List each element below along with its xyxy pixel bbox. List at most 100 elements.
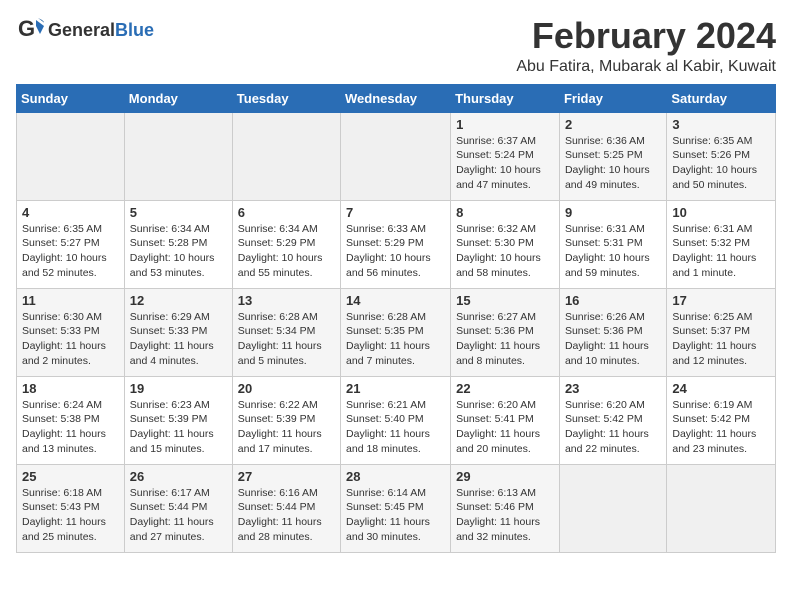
calendar-cell: 13 Sunrise: 6:28 AMSunset: 5:34 PMDayligh… [232, 288, 340, 376]
calendar-cell: 11 Sunrise: 6:30 AMSunset: 5:33 PMDayligh… [17, 288, 125, 376]
day-number: 17 [672, 293, 770, 308]
day-number: 19 [130, 381, 227, 396]
logo-text-general: General [48, 20, 115, 41]
day-number: 7 [346, 205, 445, 220]
day-number: 15 [456, 293, 554, 308]
calendar-cell: 27 Sunrise: 6:16 AMSunset: 5:44 PMDayligh… [232, 464, 340, 552]
day-info: Sunrise: 6:28 AMSunset: 5:35 PMDaylight:… [346, 310, 445, 369]
calendar-cell: 8 Sunrise: 6:32 AMSunset: 5:30 PMDaylight… [451, 200, 560, 288]
calendar-cell [341, 112, 451, 200]
day-number: 18 [22, 381, 119, 396]
day-info: Sunrise: 6:18 AMSunset: 5:43 PMDaylight:… [22, 486, 119, 545]
weekday-header-tuesday: Tuesday [232, 84, 340, 112]
calendar-cell: 20 Sunrise: 6:22 AMSunset: 5:39 PMDayligh… [232, 376, 340, 464]
day-number: 12 [130, 293, 227, 308]
calendar-cell [559, 464, 666, 552]
day-number: 1 [456, 117, 554, 132]
day-number: 16 [565, 293, 661, 308]
day-info: Sunrise: 6:31 AMSunset: 5:32 PMDaylight:… [672, 222, 770, 281]
calendar-cell: 18 Sunrise: 6:24 AMSunset: 5:38 PMDayligh… [17, 376, 125, 464]
day-info: Sunrise: 6:24 AMSunset: 5:38 PMDaylight:… [22, 398, 119, 457]
day-number: 21 [346, 381, 445, 396]
day-number: 23 [565, 381, 661, 396]
day-info: Sunrise: 6:37 AMSunset: 5:24 PMDaylight:… [456, 134, 554, 193]
calendar-cell: 1 Sunrise: 6:37 AMSunset: 5:24 PMDaylight… [451, 112, 560, 200]
day-info: Sunrise: 6:32 AMSunset: 5:30 PMDaylight:… [456, 222, 554, 281]
calendar-cell: 15Sunrise: 6:27 AMSunset: 5:36 PMDayligh… [451, 288, 560, 376]
day-info: Sunrise: 6:14 AMSunset: 5:45 PMDaylight:… [346, 486, 445, 545]
day-number: 27 [238, 469, 335, 484]
calendar-cell: 23 Sunrise: 6:20 AMSunset: 5:42 PMDayligh… [559, 376, 666, 464]
calendar-cell [17, 112, 125, 200]
calendar-cell: 4 Sunrise: 6:35 AMSunset: 5:27 PMDaylight… [17, 200, 125, 288]
day-info: Sunrise: 6:26 AMSunset: 5:36 PMDaylight:… [565, 310, 661, 369]
day-number: 13 [238, 293, 335, 308]
calendar-week-4: 18 Sunrise: 6:24 AMSunset: 5:38 PMDayligh… [17, 376, 776, 464]
day-info: Sunrise: 6:23 AMSunset: 5:39 PMDaylight:… [130, 398, 227, 457]
calendar-cell: 25Sunrise: 6:18 AMSunset: 5:43 PMDayligh… [17, 464, 125, 552]
calendar-cell: 6Sunrise: 6:34 AMSunset: 5:29 PMDaylight… [232, 200, 340, 288]
day-info: Sunrise: 6:20 AMSunset: 5:42 PMDaylight:… [565, 398, 661, 457]
calendar-cell: 19 Sunrise: 6:23 AMSunset: 5:39 PMDayligh… [124, 376, 232, 464]
weekday-header-sunday: Sunday [17, 84, 125, 112]
day-number: 20 [238, 381, 335, 396]
day-info: Sunrise: 6:16 AMSunset: 5:44 PMDaylight:… [238, 486, 335, 545]
day-info: Sunrise: 6:35 AMSunset: 5:27 PMDaylight:… [22, 222, 119, 281]
day-info: Sunrise: 6:21 AMSunset: 5:40 PMDaylight:… [346, 398, 445, 457]
day-info: Sunrise: 6:34 AMSunset: 5:28 PMDaylight:… [130, 222, 227, 281]
calendar-cell: 14 Sunrise: 6:28 AMSunset: 5:35 PMDayligh… [341, 288, 451, 376]
calendar-cell [124, 112, 232, 200]
location-title: Abu Fatira, Mubarak al Kabir, Kuwait [516, 58, 776, 76]
day-info: Sunrise: 6:29 AMSunset: 5:33 PMDaylight:… [130, 310, 227, 369]
logo-icon: G [16, 16, 44, 44]
day-number: 6 [238, 205, 335, 220]
weekday-header-monday: Monday [124, 84, 232, 112]
calendar-cell [232, 112, 340, 200]
calendar-cell: 7 Sunrise: 6:33 AMSunset: 5:29 PMDaylight… [341, 200, 451, 288]
calendar-cell: 10 Sunrise: 6:31 AMSunset: 5:32 PMDayligh… [667, 200, 776, 288]
title-section: February 2024 Abu Fatira, Mubarak al Kab… [516, 16, 776, 76]
calendar-cell: 2 Sunrise: 6:36 AMSunset: 5:25 PMDaylight… [559, 112, 666, 200]
day-info: Sunrise: 6:25 AMSunset: 5:37 PMDaylight:… [672, 310, 770, 369]
day-number: 22 [456, 381, 554, 396]
day-info: Sunrise: 6:36 AMSunset: 5:25 PMDaylight:… [565, 134, 661, 193]
day-number: 29 [456, 469, 554, 484]
calendar-cell: 17 Sunrise: 6:25 AMSunset: 5:37 PMDayligh… [667, 288, 776, 376]
day-number: 14 [346, 293, 445, 308]
calendar-table: SundayMondayTuesdayWednesdayThursdayFrid… [16, 84, 776, 553]
day-info: Sunrise: 6:19 AMSunset: 5:42 PMDaylight:… [672, 398, 770, 457]
calendar-cell: 3Sunrise: 6:35 AMSunset: 5:26 PMDaylight… [667, 112, 776, 200]
calendar-cell: 26Sunrise: 6:17 AMSunset: 5:44 PMDayligh… [124, 464, 232, 552]
calendar-week-5: 25Sunrise: 6:18 AMSunset: 5:43 PMDayligh… [17, 464, 776, 552]
calendar-cell: 5Sunrise: 6:34 AMSunset: 5:28 PMDaylight… [124, 200, 232, 288]
weekday-header-thursday: Thursday [451, 84, 560, 112]
month-title: February 2024 [516, 16, 776, 56]
calendar-cell: 22 Sunrise: 6:20 AMSunset: 5:41 PMDayligh… [451, 376, 560, 464]
day-number: 10 [672, 205, 770, 220]
calendar-cell: 9Sunrise: 6:31 AMSunset: 5:31 PMDaylight… [559, 200, 666, 288]
day-info: Sunrise: 6:33 AMSunset: 5:29 PMDaylight:… [346, 222, 445, 281]
calendar-cell [667, 464, 776, 552]
logo: G GeneralBlue [16, 16, 154, 44]
calendar-cell: 12 Sunrise: 6:29 AMSunset: 5:33 PMDayligh… [124, 288, 232, 376]
day-number: 3 [672, 117, 770, 132]
day-info: Sunrise: 6:20 AMSunset: 5:41 PMDaylight:… [456, 398, 554, 457]
day-info: Sunrise: 6:22 AMSunset: 5:39 PMDaylight:… [238, 398, 335, 457]
day-info: Sunrise: 6:28 AMSunset: 5:34 PMDaylight:… [238, 310, 335, 369]
calendar-cell: 28Sunrise: 6:14 AMSunset: 5:45 PMDayligh… [341, 464, 451, 552]
svg-text:G: G [18, 16, 35, 41]
day-number: 26 [130, 469, 227, 484]
day-number: 2 [565, 117, 661, 132]
day-number: 24 [672, 381, 770, 396]
weekday-header-saturday: Saturday [667, 84, 776, 112]
day-info: Sunrise: 6:31 AMSunset: 5:31 PMDaylight:… [565, 222, 661, 281]
calendar-cell: 16 Sunrise: 6:26 AMSunset: 5:36 PMDayligh… [559, 288, 666, 376]
day-info: Sunrise: 6:30 AMSunset: 5:33 PMDaylight:… [22, 310, 119, 369]
day-number: 8 [456, 205, 554, 220]
calendar-cell: 29 Sunrise: 6:13 AMSunset: 5:46 PMDayligh… [451, 464, 560, 552]
calendar-cell: 24 Sunrise: 6:19 AMSunset: 5:42 PMDayligh… [667, 376, 776, 464]
logo-text-blue: Blue [115, 20, 154, 41]
day-number: 11 [22, 293, 119, 308]
day-number: 4 [22, 205, 119, 220]
day-info: Sunrise: 6:13 AMSunset: 5:46 PMDaylight:… [456, 486, 554, 545]
